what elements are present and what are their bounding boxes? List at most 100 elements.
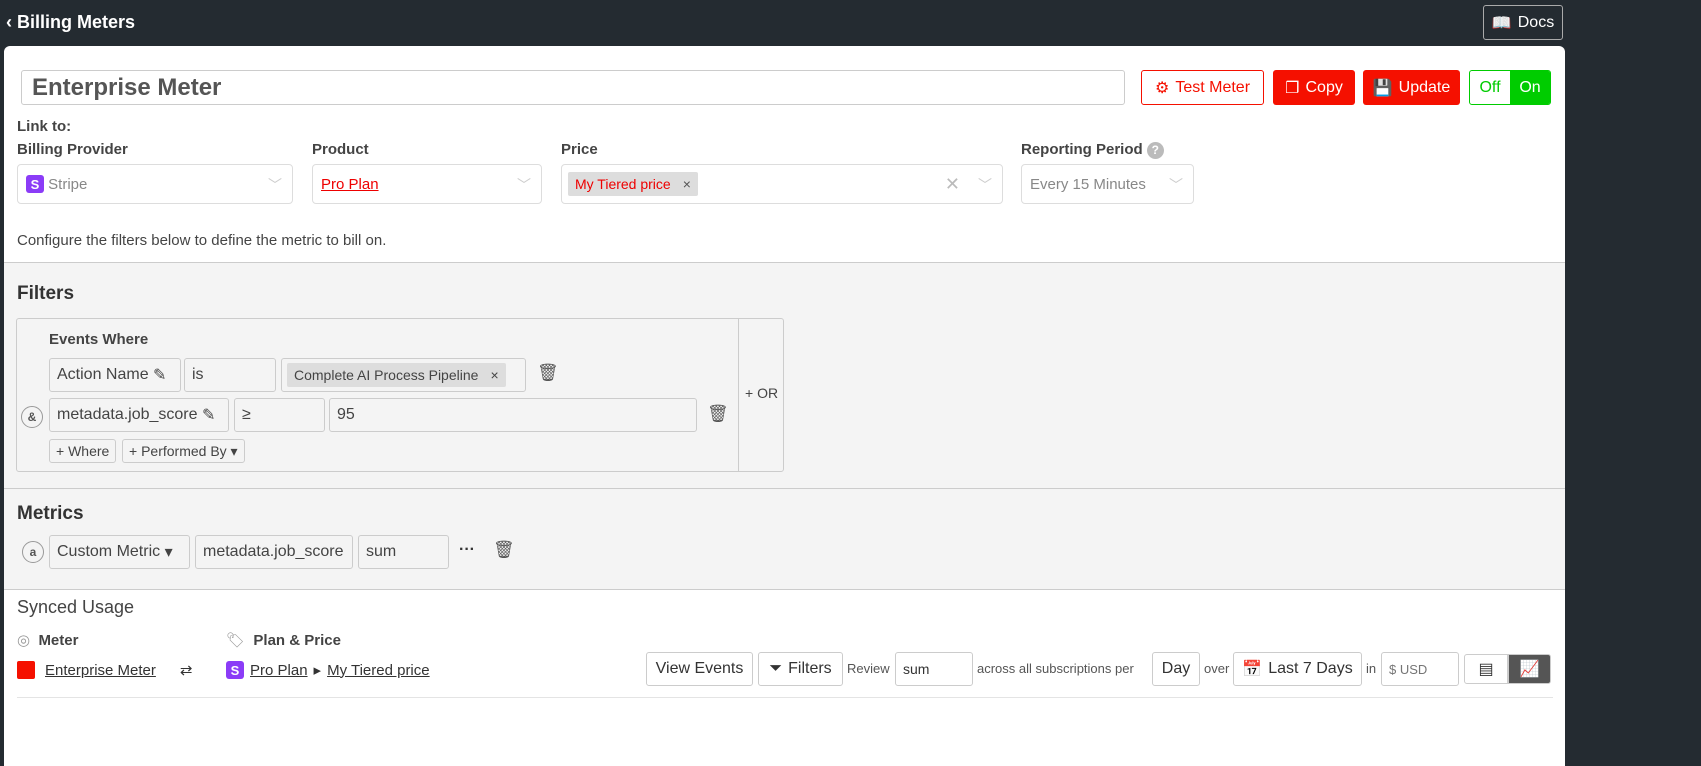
link-to-label: Link to: xyxy=(17,118,72,135)
help-icon[interactable]: ? xyxy=(1146,142,1164,159)
filter-field-2[interactable]: metadata.job_score ✎ xyxy=(49,398,229,432)
metric-letter: a xyxy=(22,541,44,563)
add-or-button[interactable]: + OR xyxy=(745,385,778,401)
divider xyxy=(17,697,1553,698)
metric-aggregation[interactable]: sum xyxy=(358,535,449,569)
price-select[interactable]: My Tiered price × ✕ ﹀ xyxy=(561,164,1003,204)
provider-value: Stripe xyxy=(48,175,88,193)
currency-input[interactable] xyxy=(1381,652,1459,686)
chevron-down-icon: ﹀ xyxy=(1169,177,1183,193)
book-icon: 📖 xyxy=(1491,14,1512,32)
over-label: over xyxy=(1204,661,1230,676)
and-connector: & xyxy=(21,406,43,428)
filter-field-1[interactable]: Action Name ✎ xyxy=(49,358,181,392)
in-label: in xyxy=(1366,661,1377,676)
add-where-button[interactable]: + Where xyxy=(49,439,117,463)
plan-label: 🏷 Plan & Price xyxy=(226,632,341,649)
filter-op-2[interactable]: ≥ xyxy=(234,398,325,432)
meter-logo-icon xyxy=(17,661,35,679)
product-label: Product xyxy=(312,141,369,158)
toggle-off[interactable]: Off xyxy=(1470,71,1510,104)
active-toggle[interactable]: Off On xyxy=(1469,70,1551,105)
meter-label: ◎ Meter xyxy=(17,632,79,649)
update-label: Update xyxy=(1398,78,1451,96)
trash-icon[interactable]: 🗑 xyxy=(493,540,515,560)
filters-section: Filters Events Where Action Name ✎ is Co… xyxy=(4,262,1565,488)
meter-card: ⚙ Test Meter ❐ Copy 💾 Update OffOn Link to:… xyxy=(4,46,1565,766)
more-icon[interactable]: ··· xyxy=(459,541,475,559)
save-icon: 💾 xyxy=(1372,79,1393,97)
price-label: Price xyxy=(561,141,598,158)
filters-button[interactable]: ⏷ Filters xyxy=(758,652,843,686)
review-label: Review xyxy=(847,661,890,676)
meter-link-row: Enterprise Meter ⇄ xyxy=(17,661,192,679)
meter-name-input[interactable] xyxy=(21,70,1125,105)
filter-icon: ⏷ xyxy=(769,660,783,677)
filter-value-2[interactable]: 95 xyxy=(329,398,697,432)
plan-link-row: S Pro Plan ▸ My Tiered price xyxy=(226,661,430,679)
docs-button[interactable]: 📖 Docs xyxy=(1483,5,1563,40)
divider xyxy=(4,589,1565,590)
update-button[interactable]: 💾 Update xyxy=(1363,70,1460,105)
chart-view-icon[interactable]: 📈 xyxy=(1508,654,1551,684)
metrics-section: Metrics a Custom Metric ▾ metadata.job_s… xyxy=(4,488,1565,589)
provider-label: Billing Provider xyxy=(17,141,128,158)
metric-field[interactable]: metadata.job_score xyxy=(195,535,353,569)
price-chip-label: My Tiered price xyxy=(575,176,671,192)
docs-label: Docs xyxy=(1517,13,1555,31)
pencil-icon: ✎ xyxy=(153,367,167,384)
period-value: Every 15 Minutes xyxy=(1030,175,1146,193)
plan-link[interactable]: Pro Plan xyxy=(250,662,308,679)
product-select[interactable]: Pro Plan ﹀ xyxy=(312,164,542,204)
period-select[interactable]: Day xyxy=(1152,652,1200,686)
filter-value-1[interactable]: Complete AI Process Pipeline × xyxy=(281,358,526,392)
divider xyxy=(738,319,739,471)
table-view-icon[interactable]: ▤ xyxy=(1464,654,1508,684)
help-text: Configure the filters below to define th… xyxy=(17,232,387,249)
review-input[interactable]: sum xyxy=(895,652,973,686)
trash-icon[interactable]: 🗑 xyxy=(707,404,729,424)
clear-icon[interactable]: ✕ xyxy=(945,174,960,195)
provider-select[interactable]: S Stripe ﹀ xyxy=(17,164,293,204)
back-link[interactable]: ‹ Billing Meters xyxy=(6,12,135,33)
metrics-heading: Metrics xyxy=(17,503,84,524)
meter-link[interactable]: Enterprise Meter xyxy=(45,662,156,679)
price-link[interactable]: My Tiered price xyxy=(327,662,430,679)
calendar-icon: 📅 xyxy=(1242,661,1263,678)
stripe-logo-icon: S xyxy=(226,661,244,679)
swap-icon: ⇄ xyxy=(179,662,193,679)
view-events-button[interactable]: View Events xyxy=(646,652,753,686)
filter-group: Events Where Action Name ✎ is Complete A… xyxy=(16,318,784,472)
add-performed-by-button[interactable]: + Performed By ▾ xyxy=(122,439,245,463)
arrow-icon: ▸ xyxy=(313,662,322,679)
trash-icon[interactable]: 🗑 xyxy=(537,363,559,383)
period-select[interactable]: Every 15 Minutes ﹀ xyxy=(1021,164,1194,204)
chevron-down-icon: ﹀ xyxy=(517,177,531,193)
period-label: Reporting Period ? xyxy=(1021,141,1164,159)
date-range-button[interactable]: 📅 Last 7 Days xyxy=(1233,652,1362,686)
filter-op-1[interactable]: is xyxy=(184,358,276,392)
value-chip: Complete AI Process Pipeline × xyxy=(287,363,506,387)
remove-icon[interactable]: × xyxy=(490,367,498,383)
synced-usage-heading: Synced Usage xyxy=(17,597,135,617)
product-value[interactable]: Pro Plan xyxy=(321,176,379,193)
gear-icon: ⚙ xyxy=(1154,79,1170,97)
copy-button[interactable]: ❐ Copy xyxy=(1273,70,1355,105)
copy-icon: ❐ xyxy=(1285,79,1300,97)
stripe-logo-icon: S xyxy=(26,175,44,193)
copy-label: Copy xyxy=(1305,78,1343,96)
pencil-icon: ✎ xyxy=(201,407,216,424)
filters-heading: Filters xyxy=(17,283,75,304)
remove-icon[interactable]: × xyxy=(683,176,691,192)
chevron-down-icon: ﹀ xyxy=(978,177,992,193)
gauge-icon: ◎ xyxy=(17,632,31,649)
chevron-down-icon: ﹀ xyxy=(268,177,282,193)
events-where-label: Events Where xyxy=(49,331,149,348)
metric-type-select[interactable]: Custom Metric ▾ xyxy=(49,535,190,569)
across-label: across all subscriptions per xyxy=(977,661,1134,676)
back-label: Billing Meters xyxy=(17,12,136,32)
test-meter-label: Test Meter xyxy=(1175,78,1251,96)
toggle-on[interactable]: On xyxy=(1510,71,1550,104)
price-chip: My Tiered price × xyxy=(568,172,698,196)
test-meter-button[interactable]: ⚙ Test Meter xyxy=(1141,70,1264,105)
